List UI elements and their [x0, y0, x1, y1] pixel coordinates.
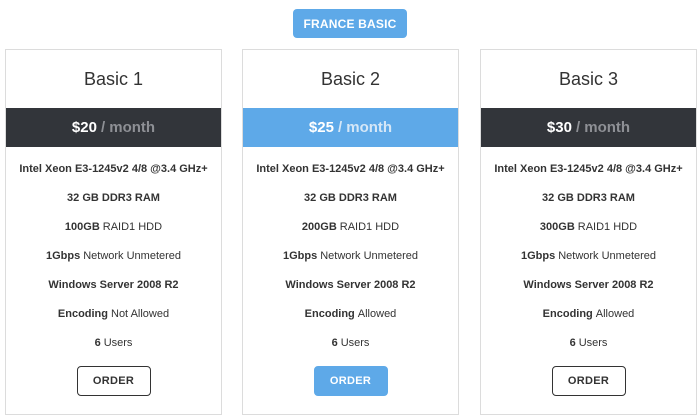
feature-item: Windows Server 2008 R2: [48, 278, 179, 291]
plan-card-basic-3: Basic 3 $30 / month Intel Xeon E3-1245v2…: [480, 49, 697, 415]
price-amount: $25: [308, 119, 334, 136]
feature-item: Windows Server 2008 R2: [285, 278, 416, 291]
plan-card-basic-2: Basic 2 $25 / month Intel Xeon E3-1245v2…: [242, 49, 459, 415]
feature-item: Windows Server 2008 R2: [523, 278, 654, 291]
price-bar: $20 / month: [6, 108, 221, 147]
order-button[interactable]: ORDER: [551, 366, 626, 396]
feature-list: Intel Xeon E3-1245v2 4/8 @3.4 GHz+ 32 GB…: [481, 154, 696, 357]
plan-title: Basic 3: [558, 69, 619, 89]
feature-item: 300GB RAID1 HDD: [539, 220, 638, 233]
price-bar: $30 / month: [481, 108, 696, 147]
feature-item: 32 GB DDR3 RAM: [304, 191, 397, 204]
feature-item: 6 Users: [569, 336, 608, 349]
price-period: / month: [575, 119, 631, 136]
price-bar: $25 / month: [243, 108, 458, 147]
feature-item: Intel Xeon E3-1245v2 4/8 @3.4 GHz+: [494, 162, 683, 175]
plan-title: Basic 1: [83, 69, 144, 89]
feature-item: Intel Xeon E3-1245v2 4/8 @3.4 GHz+: [256, 162, 445, 175]
feature-item: 6 Users: [94, 336, 133, 349]
feature-item: 6 Users: [331, 336, 370, 349]
feature-item: Encoding Allowed: [304, 307, 397, 320]
price-period: / month: [100, 119, 156, 136]
feature-item: 32 GB DDR3 RAM: [67, 191, 160, 204]
feature-item: 100GB RAID1 HDD: [64, 220, 163, 233]
feature-list: Intel Xeon E3-1245v2 4/8 @3.4 GHz+ 32 GB…: [6, 154, 221, 357]
order-button[interactable]: ORDER: [76, 366, 151, 396]
price-period: / month: [337, 119, 393, 136]
feature-item: Intel Xeon E3-1245v2 4/8 @3.4 GHz+: [19, 162, 208, 175]
feature-item: 200GB RAID1 HDD: [301, 220, 400, 233]
feature-item: 1Gbps Network Unmetered: [45, 249, 182, 262]
feature-item: Encoding Not Allowed: [57, 307, 170, 320]
price-amount: $20: [71, 119, 97, 136]
feature-item: 1Gbps Network Unmetered: [282, 249, 419, 262]
feature-item: 1Gbps Network Unmetered: [520, 249, 657, 262]
feature-list: Intel Xeon E3-1245v2 4/8 @3.4 GHz+ 32 GB…: [243, 154, 458, 357]
tab-france-basic[interactable]: FRANCE BASIC: [293, 9, 407, 38]
plan-card-basic-1: Basic 1 $20 / month Intel Xeon E3-1245v2…: [5, 49, 222, 415]
price-amount: $30: [546, 119, 572, 136]
feature-item: 32 GB DDR3 RAM: [542, 191, 635, 204]
feature-item: Encoding Allowed: [542, 307, 635, 320]
order-button[interactable]: ORDER: [313, 366, 388, 396]
plan-title: Basic 2: [320, 69, 381, 89]
